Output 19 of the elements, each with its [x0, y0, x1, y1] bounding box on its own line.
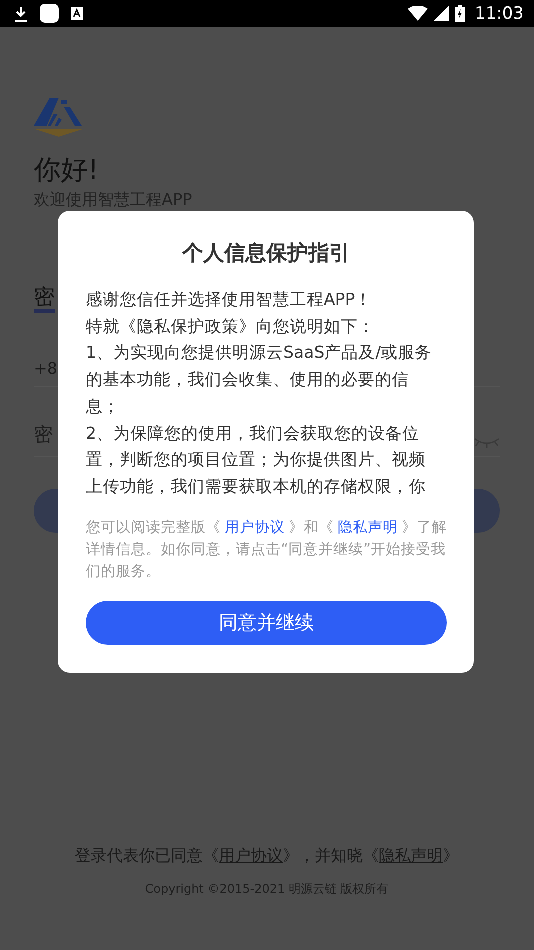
battery-icon — [455, 5, 465, 22]
signal-icon — [434, 6, 449, 21]
wifi-icon — [408, 6, 428, 21]
greeting-title: 你好! — [34, 154, 99, 188]
policy-paragraph: 特就《隐私保护政策》向您说明如下： — [86, 316, 376, 338]
policy-paragraph: 感谢您信任并选择使用智慧工程APP！ — [86, 289, 374, 311]
policy-paragraph: 2、为保障您的使用，我们会获取您的设备位置，判断您的项目位置；为你提供图片、视频上传功能，我们需要获取本机的存储权限，你 — [86, 422, 427, 498]
logo-icon — [34, 98, 84, 138]
dialog-title: 个人信息保护指引 — [181, 240, 352, 267]
agree-button[interactable]: 同意并继续 — [86, 601, 447, 645]
eye-closed-icon[interactable] — [474, 438, 500, 448]
policy-paragraph: 1、为实现向您提供明源云SaaS产品及/或服务的基本功能，我们会收集、使用的必要的信息； — [86, 342, 434, 418]
download-icon — [14, 6, 28, 22]
clock-time: 11:03 — [475, 4, 524, 24]
notice-text: 您可以阅读完整版《 用户协议 》和《 隐私声明 》了解详情信息。如你同意，请点击“同意并继续”开始接受我们的服务。 — [86, 518, 447, 582]
privacy-link[interactable]: 隐私声明 — [334, 520, 402, 536]
keyboard-icon — [71, 7, 83, 20]
app-icon — [40, 4, 59, 23]
user-agreement-link[interactable]: 用户协议 — [221, 520, 289, 536]
